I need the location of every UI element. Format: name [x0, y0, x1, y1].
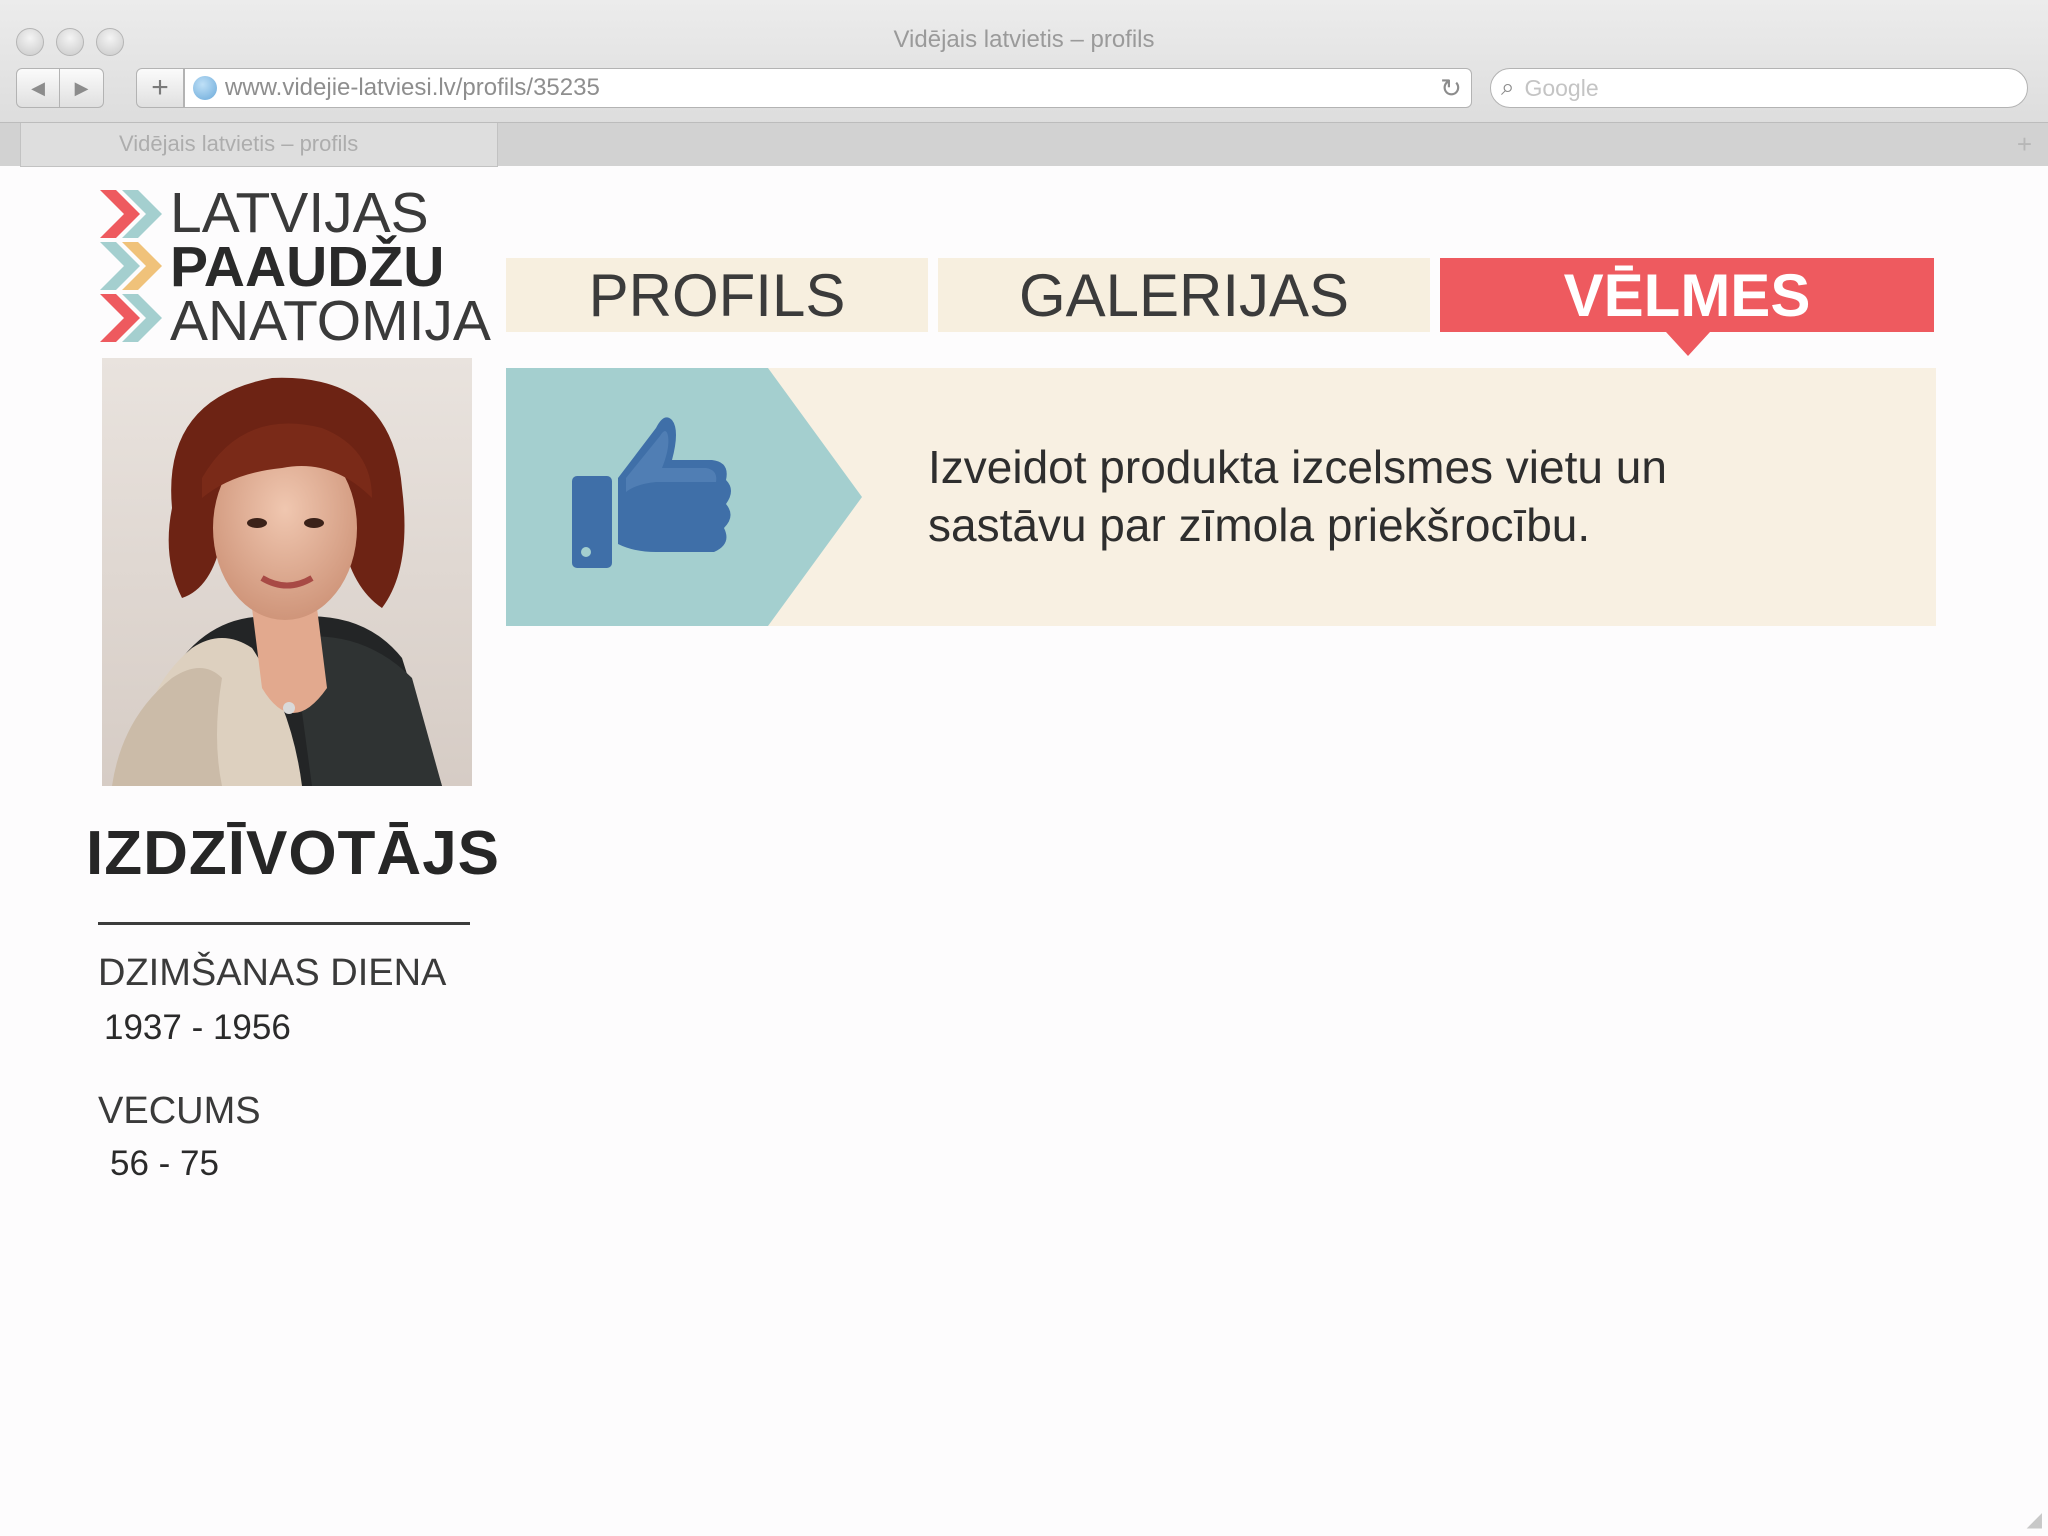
age-value: 56 - 75 — [110, 1144, 219, 1183]
tab-strip: Vidējais latvietis – profils + — [0, 122, 2048, 167]
forward-arrow-icon: ▶ — [74, 77, 89, 98]
reload-icon[interactable]: ↻ — [1431, 73, 1471, 104]
address-bar[interactable]: www.videjie-latviesi.lv/profils/35235 ↻ — [184, 68, 1472, 108]
url-text[interactable]: www.videjie-latviesi.lv/profils/35235 — [225, 74, 1431, 102]
resize-grip-icon[interactable]: ◢ — [2027, 1507, 2042, 1532]
persona-divider — [98, 922, 470, 925]
logo-pattern-icon — [100, 190, 162, 342]
age-label: VECUMS — [98, 1090, 261, 1132]
tab-velmes[interactable]: VĒLMES — [1440, 258, 1934, 332]
birth-value: 1937 - 1956 — [104, 1008, 291, 1047]
new-tab-icon[interactable]: + — [2017, 129, 2032, 160]
profile-photo — [102, 358, 472, 786]
logo-line-3: ANATOMIJA — [170, 289, 491, 353]
window-title: Vidējais latvietis – profils — [893, 26, 1155, 53]
tab-profils[interactable]: PROFILS — [506, 258, 928, 332]
browser-tab[interactable]: Vidējais latvietis – profils — [20, 123, 498, 167]
logo-line-2: PAAUDŽU — [170, 235, 445, 299]
globe-icon — [193, 76, 217, 100]
search-bar[interactable]: ⌕ — [1490, 68, 2028, 108]
site-logo[interactable]: LATVIJAS PAAUDŽU ANATOMIJA — [100, 185, 491, 350]
portrait-illustration — [102, 358, 472, 786]
forward-button[interactable]: ▶ — [60, 68, 104, 108]
back-arrow-icon: ◀ — [31, 77, 45, 98]
birth-label: DZIMŠANAS DIENA — [98, 952, 447, 994]
persona-title: IZDZĪVOTĀJS — [86, 819, 501, 888]
logo-wordmark: LATVIJAS PAAUDŽU ANATOMIJA — [170, 181, 491, 353]
search-icon: ⌕ — [1501, 74, 1515, 101]
thumbs-up-badge — [506, 368, 862, 626]
logo-line-1: LATVIJAS — [170, 181, 429, 245]
add-bookmark-button[interactable]: + — [136, 68, 184, 108]
active-tab-pointer — [1666, 332, 1710, 356]
wish-text: Izveidot produkta izcelsmes vietu un sas… — [928, 441, 1667, 551]
history-buttons: ◀ ▶ — [16, 68, 104, 108]
search-input[interactable] — [1524, 74, 1965, 102]
browser-window: Vidējais latvietis – profils ◀ ▶ + www.v… — [0, 0, 2048, 1536]
tab-galerijas[interactable]: GALERIJAS — [938, 258, 1430, 332]
plus-icon: + — [151, 71, 169, 104]
back-button[interactable]: ◀ — [16, 68, 60, 108]
wish-panel: Izveidot produkta izcelsmes vietu un sas… — [506, 368, 1936, 626]
browser-chrome: Vidējais latvietis – profils ◀ ▶ + www.v… — [0, 0, 2048, 167]
